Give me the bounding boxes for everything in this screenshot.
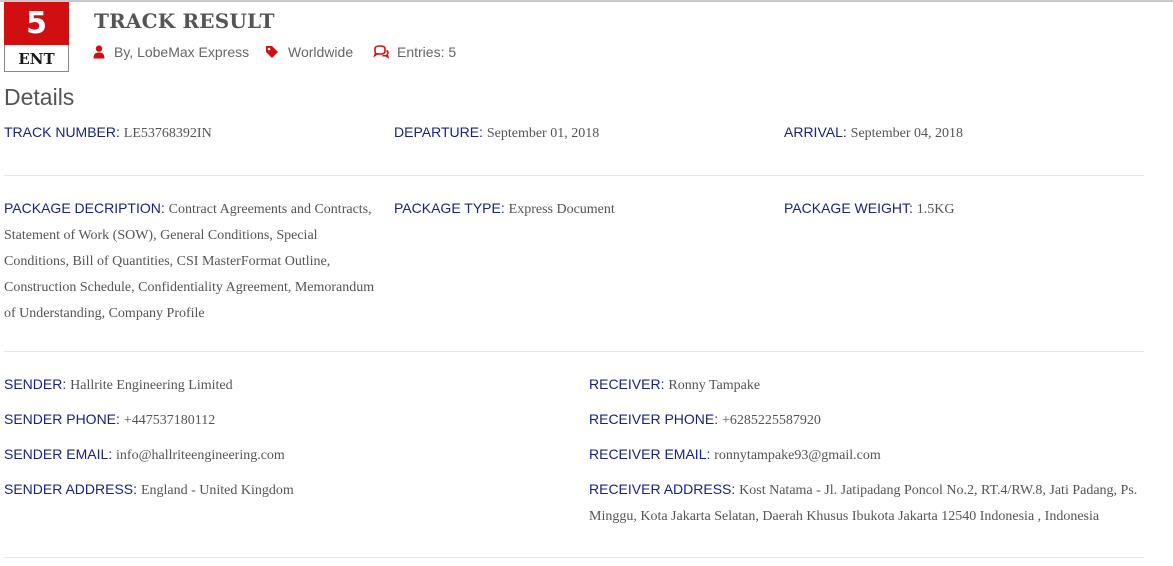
receiver-email-label: RECEIVER EMAIL: — [589, 446, 711, 462]
details-heading: Details — [4, 84, 75, 110]
departure-label: DEPARTURE: — [394, 124, 483, 140]
track-number-value: LE53768392IN — [123, 126, 212, 141]
badge-number: 5 — [4, 2, 69, 45]
package-weight-label: PACKAGE WEIGHT: — [784, 200, 913, 216]
tag-icon — [266, 46, 278, 58]
receiver-phone-field: RECEIVER PHONE: +6285225587920 — [589, 407, 1144, 433]
package-weight-value: 1.5KG — [916, 202, 955, 217]
receiver-value: Ronny Tampake — [668, 378, 761, 393]
sender-address-value: England - United Kingdom — [140, 483, 294, 498]
sender-phone-field: SENDER PHONE: +447537180112 — [4, 407, 564, 433]
sender-label: SENDER: — [4, 376, 67, 392]
package-description-value: Contract Agreements and Contracts, State… — [4, 202, 375, 321]
package-description-field: PACKAGE DECRIPTION: Contract Agreements … — [4, 196, 376, 326]
sender-value: Hallrite Engineering Limited — [70, 378, 233, 393]
sender-email-value: info@hallriteengineering.com — [116, 448, 285, 463]
sender-email-field: SENDER EMAIL: info@hallriteengineering.c… — [4, 442, 564, 468]
package-type-field: PACKAGE TYPE: Express Document — [394, 196, 764, 222]
departure-field: DEPARTURE: September 01, 2018 — [394, 120, 764, 146]
divider — [4, 557, 1144, 558]
receiver-label: RECEIVER: — [589, 376, 665, 392]
sender-phone-value: +447537180112 — [123, 413, 216, 428]
sender-address-label: SENDER ADDRESS: — [4, 481, 138, 497]
page-title: TRACK RESULT — [94, 9, 275, 33]
receiver-phone-value: +6285225587920 — [722, 413, 821, 428]
departure-value: September 01, 2018 — [486, 126, 600, 141]
receiver-phone-label: RECEIVER PHONE: — [589, 411, 719, 427]
package-type-label: PACKAGE TYPE: — [394, 200, 505, 216]
meta-author-label: By, LobeMax Express — [114, 44, 250, 60]
comments-icon — [373, 45, 389, 59]
divider — [4, 175, 1144, 176]
receiver-address-field: RECEIVER ADDRESS: Kost Natama - Jl. Jati… — [589, 477, 1144, 529]
track-number-label: TRACK NUMBER: — [4, 124, 120, 140]
receiver-email-field: RECEIVER EMAIL: ronnytampake93@gmail.com — [589, 442, 1144, 468]
receiver-field: RECEIVER: Ronny Tampake — [589, 372, 1144, 398]
entries-badge: 5 ENT — [4, 2, 69, 73]
divider — [4, 351, 1144, 352]
track-number-field: TRACK NUMBER: LE53768392IN — [4, 120, 374, 146]
user-icon — [93, 45, 105, 59]
sender-address-field: SENDER ADDRESS: England - United Kingdom — [4, 477, 564, 503]
sender-field: SENDER: Hallrite Engineering Limited — [4, 372, 564, 398]
package-description-label: PACKAGE DECRIPTION: — [4, 200, 165, 216]
arrival-label: ARRIVAL: — [784, 124, 847, 140]
arrival-field: ARRIVAL: September 04, 2018 — [784, 120, 1144, 146]
package-type-value: Express Document — [508, 202, 615, 217]
arrival-value: September 04, 2018 — [850, 126, 964, 141]
sender-email-label: SENDER EMAIL: — [4, 446, 113, 462]
meta-category-label: Worldwide — [288, 44, 354, 60]
receiver-email-value: ronnytampake93@gmail.com — [714, 448, 881, 463]
package-weight-field: PACKAGE WEIGHT: 1.5KG — [784, 196, 1144, 222]
top-divider — [0, 0, 1173, 2]
sender-phone-label: SENDER PHONE: — [4, 411, 120, 427]
meta-entries-label: Entries: 5 — [397, 44, 457, 60]
receiver-address-label: RECEIVER ADDRESS: — [589, 481, 736, 497]
badge-label: ENT — [4, 45, 69, 72]
